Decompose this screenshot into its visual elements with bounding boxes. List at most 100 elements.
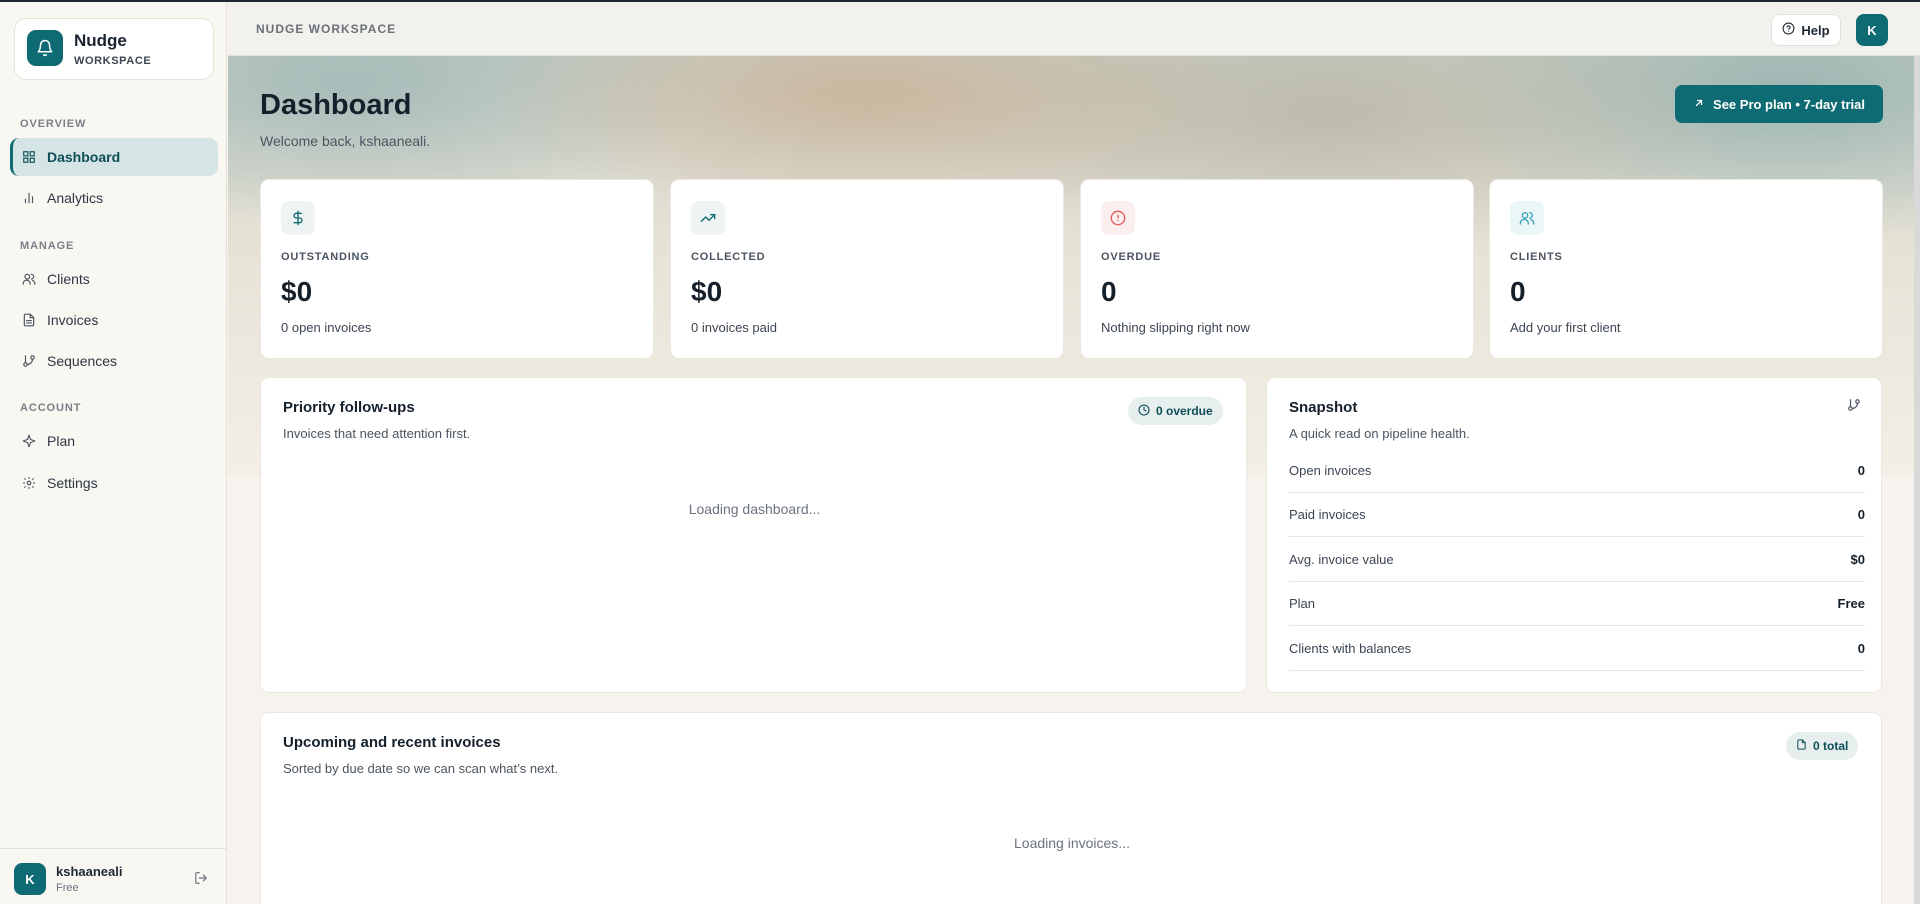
git-branch-icon xyxy=(22,354,36,368)
dollar-icon xyxy=(281,201,315,235)
help-circle-icon xyxy=(1782,22,1795,38)
overdue-badge[interactable]: 0 overdue xyxy=(1128,397,1223,425)
sparkle-icon xyxy=(22,434,36,448)
arrow-up-right-icon xyxy=(1693,97,1705,112)
grid-icon xyxy=(22,150,36,164)
priority-title: Priority follow-ups xyxy=(283,399,415,416)
sidebar-item-label: Analytics xyxy=(47,190,104,206)
invoices-card: Upcoming and recent invoices Sorted by d… xyxy=(260,712,1882,904)
git-branch-icon[interactable] xyxy=(1847,398,1861,417)
stat-label: OUTSTANDING xyxy=(281,251,370,263)
scrollbar[interactable] xyxy=(1914,56,1920,904)
sidebar: Nudge WORKSPACE OVERVIEW Dashboard Analy… xyxy=(0,2,227,904)
stat-subtext: Nothing slipping right now xyxy=(1101,320,1250,335)
workspace-label: NUDGE WORKSPACE xyxy=(256,22,397,36)
help-label: Help xyxy=(1801,22,1830,38)
pro-plan-label: See Pro plan • 7-day trial xyxy=(1713,96,1865,112)
page-subtitle: Welcome back, kshaaneali. xyxy=(260,133,431,149)
stat-card-collected[interactable]: COLLECTED $0 0 invoices paid xyxy=(670,179,1064,359)
help-button[interactable]: Help xyxy=(1771,14,1841,46)
snapshot-row-value: Free xyxy=(1837,596,1865,611)
stat-label: OVERDUE xyxy=(1101,251,1161,263)
sidebar-item-analytics[interactable]: Analytics xyxy=(10,179,218,217)
sidebar-item-label: Dashboard xyxy=(47,149,121,165)
snapshot-row: Paid invoices 0 xyxy=(1289,493,1865,537)
stat-card-clients[interactable]: CLIENTS 0 Add your first client xyxy=(1489,179,1883,359)
stat-card-outstanding[interactable]: OUTSTANDING $0 0 open invoices xyxy=(260,179,654,359)
stat-label: COLLECTED xyxy=(691,251,766,263)
snapshot-row-label: Clients with balances xyxy=(1289,641,1412,656)
snapshot-row-value: 0 xyxy=(1857,641,1865,656)
invoices-title: Upcoming and recent invoices xyxy=(283,734,501,751)
logout-icon[interactable] xyxy=(194,871,208,885)
sidebar-item-label: Clients xyxy=(47,271,90,287)
priority-subtitle: Invoices that need attention first. xyxy=(283,426,471,441)
nav-section-overview: OVERVIEW xyxy=(20,118,87,130)
snapshot-card: Snapshot A quick read on pipeline health… xyxy=(1266,377,1882,693)
sidebar-item-plan[interactable]: Plan xyxy=(10,422,218,460)
sidebar-item-settings[interactable]: Settings xyxy=(10,464,218,502)
sidebar-item-label: Sequences xyxy=(47,353,118,369)
avatar: K xyxy=(14,863,46,895)
snapshot-title: Snapshot xyxy=(1289,399,1358,416)
trending-up-icon xyxy=(691,201,725,235)
sidebar-item-invoices[interactable]: Invoices xyxy=(10,301,218,339)
nav-section-account: ACCOUNT xyxy=(20,402,82,414)
brand-subtitle: WORKSPACE xyxy=(74,55,152,67)
users-icon xyxy=(1510,201,1544,235)
snapshot-row-value: 0 xyxy=(1857,463,1865,478)
clock-icon xyxy=(1138,403,1150,419)
bar-chart-icon xyxy=(22,191,36,205)
invoice-total-label: 0 total xyxy=(1813,739,1849,753)
stat-value: 0 xyxy=(1510,276,1526,307)
sidebar-item-dashboard[interactable]: Dashboard xyxy=(10,138,218,176)
sidebar-item-label: Settings xyxy=(47,475,98,491)
stat-subtext: Add your first client xyxy=(1510,320,1621,335)
invoice-total-badge[interactable]: 0 total xyxy=(1786,732,1859,760)
snapshot-row-value: $0 xyxy=(1850,552,1865,567)
alert-circle-icon xyxy=(1101,201,1135,235)
stat-value: $0 xyxy=(281,276,313,307)
brand-card[interactable]: Nudge WORKSPACE xyxy=(14,18,214,80)
topbar: NUDGE WORKSPACE Help K xyxy=(228,2,1920,56)
sidebar-item-clients[interactable]: Clients xyxy=(10,260,218,298)
snapshot-row: Open invoices 0 xyxy=(1289,449,1865,493)
user-name: kshaaneali xyxy=(56,864,123,879)
sidebar-item-label: Plan xyxy=(47,433,76,449)
snapshot-row: Plan Free xyxy=(1289,582,1865,626)
stat-label: CLIENTS xyxy=(1510,251,1563,263)
account-avatar[interactable]: K xyxy=(1856,14,1888,46)
snapshot-row: Clients with balances 0 xyxy=(1289,627,1865,671)
users-icon xyxy=(22,272,36,286)
document-icon xyxy=(1796,739,1807,753)
user-profile[interactable]: K kshaaneali Free xyxy=(0,848,227,904)
invoices-subtitle: Sorted by due date so we can scan what’s… xyxy=(283,761,559,776)
stat-value: 0 xyxy=(1101,276,1117,307)
document-icon xyxy=(22,313,36,327)
snapshot-row-label: Paid invoices xyxy=(1289,507,1366,522)
snapshot-row: Avg. invoice value $0 xyxy=(1289,538,1865,582)
priority-followups-card: Priority follow-ups Invoices that need a… xyxy=(260,377,1247,693)
stat-card-overdue[interactable]: OVERDUE 0 Nothing slipping right now xyxy=(1080,179,1474,359)
stat-subtext: 0 open invoices xyxy=(281,320,372,335)
loading-text: Loading dashboard... xyxy=(688,501,821,517)
page-title: Dashboard xyxy=(260,89,412,121)
snapshot-subtitle: A quick read on pipeline health. xyxy=(1289,426,1470,441)
snapshot-row-label: Open invoices xyxy=(1289,463,1372,478)
loading-text: Loading invoices... xyxy=(1014,835,1130,851)
bell-icon xyxy=(27,30,63,66)
snapshot-row-value: 0 xyxy=(1857,507,1865,522)
main-content: NUDGE WORKSPACE Help K Dashboard Welcome… xyxy=(228,2,1920,904)
brand-name: Nudge xyxy=(74,31,127,50)
pro-plan-button[interactable]: See Pro plan • 7-day trial xyxy=(1675,85,1883,123)
sidebar-item-sequences[interactable]: Sequences xyxy=(10,342,218,380)
snapshot-row-label: Plan xyxy=(1289,596,1316,611)
snapshot-row-label: Avg. invoice value xyxy=(1289,552,1394,567)
nav-section-manage: MANAGE xyxy=(20,240,75,252)
sidebar-item-label: Invoices xyxy=(47,312,99,328)
stat-subtext: 0 invoices paid xyxy=(691,320,777,335)
overdue-badge-label: 0 overdue xyxy=(1156,404,1213,418)
user-plan: Free xyxy=(56,882,79,894)
stat-value: $0 xyxy=(691,276,723,307)
gear-icon xyxy=(22,476,36,490)
